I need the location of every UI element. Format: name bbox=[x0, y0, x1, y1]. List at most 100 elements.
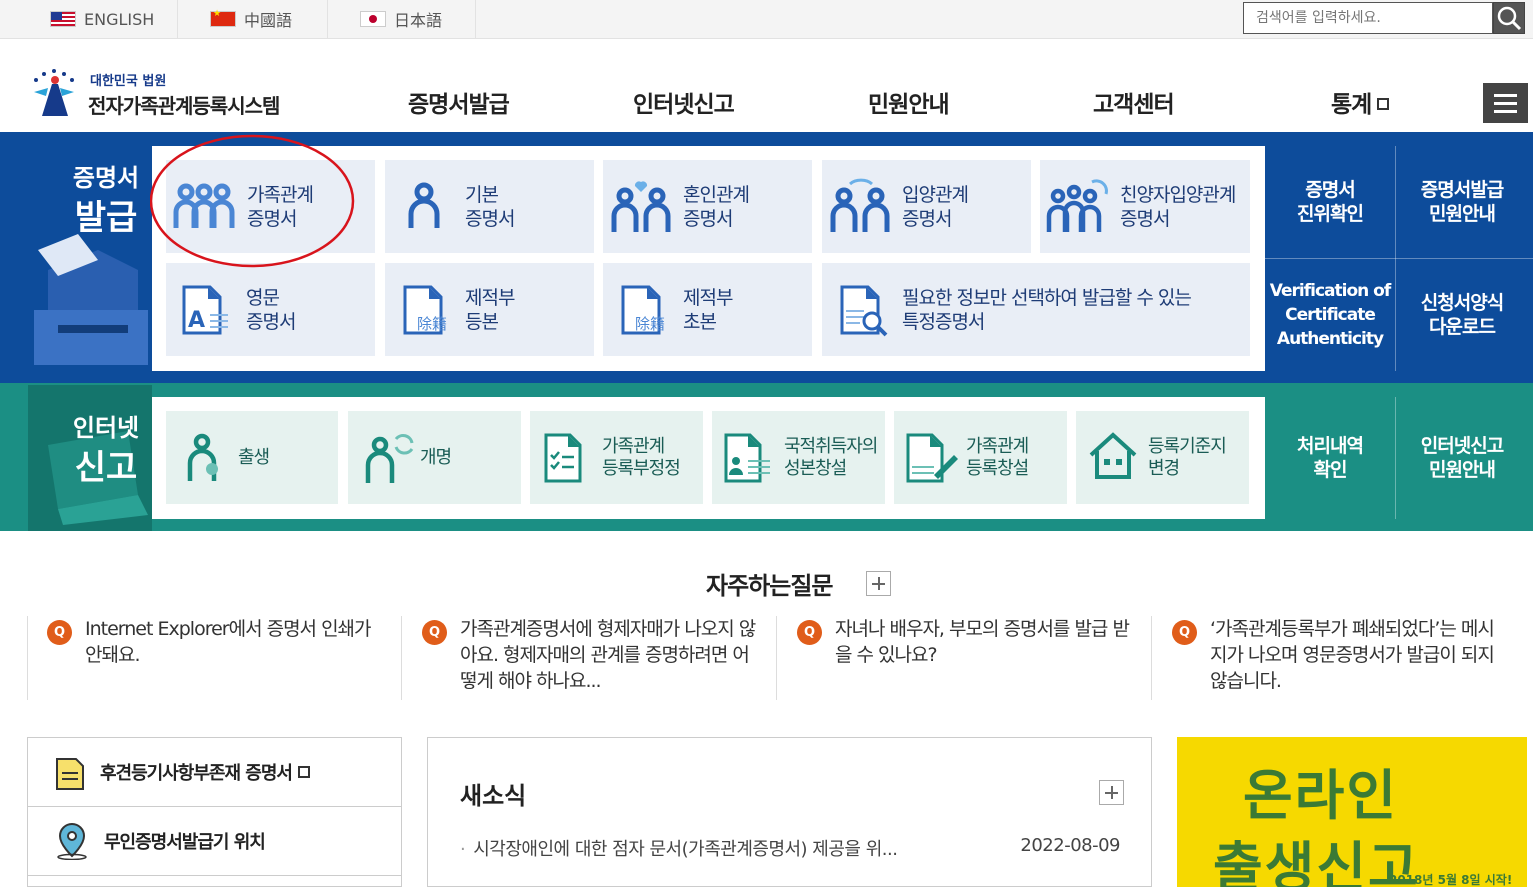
news-more-button[interactable] bbox=[1099, 780, 1124, 805]
lang-chinese-link[interactable]: 中國語 bbox=[178, 0, 328, 38]
tile-register-creation[interactable]: 가족관계 등록창설 bbox=[894, 411, 1067, 504]
kiosk-location-link[interactable]: 무인증명서발급기 위치 bbox=[28, 807, 401, 876]
hamburger-line bbox=[1494, 102, 1517, 105]
question-icon: Q bbox=[422, 620, 447, 645]
tile-label: 개명 bbox=[420, 446, 452, 468]
faq-text: 자녀나 배우자, 부모의 증명서를 발급 받을 수 있나요? bbox=[835, 618, 1130, 666]
birth-icon bbox=[187, 433, 218, 481]
lang-english-link[interactable]: ENGLISH bbox=[26, 0, 178, 38]
logo-subtitle: 대한민국 법원 bbox=[90, 74, 167, 89]
all-menu-button[interactable] bbox=[1483, 83, 1528, 123]
tile-removed-register-copy[interactable]: 除籍 제적부 등본 bbox=[385, 263, 594, 356]
question-icon: Q bbox=[1172, 620, 1197, 645]
news-title: 새소식 bbox=[460, 782, 527, 810]
tile-label: 가족관계 등록창설 bbox=[966, 435, 1029, 479]
person-icon bbox=[408, 182, 440, 228]
nationality-icon bbox=[724, 433, 770, 483]
faq-more-button[interactable] bbox=[866, 571, 891, 596]
report-guide-link[interactable]: 인터넷신고 민원안내 bbox=[1396, 397, 1528, 519]
tile-label: 혼인관계 증명서 bbox=[683, 183, 750, 230]
tile-specific-cert[interactable]: 필요한 정보만 선택하여 발급할 수 있는 특정증명서 bbox=[822, 263, 1250, 356]
tile-label: 친양자입양관계 증명서 bbox=[1120, 183, 1236, 230]
court-emblem-icon bbox=[34, 69, 74, 116]
top-bar: ENGLISH 中國語 日本語 bbox=[0, 0, 1533, 39]
tile-rename-report[interactable]: 개명 bbox=[348, 411, 521, 504]
search-input[interactable] bbox=[1243, 2, 1493, 34]
correction-icon bbox=[544, 433, 582, 483]
tile-label: 출생 bbox=[238, 446, 270, 468]
cert-issue-guide-link[interactable]: 증명서발급 민원안내 bbox=[1396, 146, 1528, 258]
faq-divider bbox=[27, 616, 28, 700]
nav-statistics-label: 통계 bbox=[1331, 92, 1372, 118]
faq-title: 자주하는질문 bbox=[706, 572, 833, 600]
external-link-icon bbox=[1377, 98, 1390, 110]
tile-full-adoption-cert[interactable]: 친양자입양관계 증명서 bbox=[1040, 160, 1250, 253]
printer-icon bbox=[34, 234, 148, 365]
jp-flag-icon bbox=[360, 11, 386, 27]
tile-nationality-surname[interactable]: 국적취득자의 성본창설 bbox=[712, 411, 885, 504]
news-item[interactable]: · 시각장애인에 대한 점자 문서(가족관계증명서) 제공을 위... 2022-… bbox=[460, 835, 1120, 861]
online-birth-report-banner[interactable]: 온라인 출생신고 2018년 5월 8일 시작! bbox=[1177, 737, 1527, 887]
tile-english-cert[interactable]: A 영문 증명서 bbox=[166, 263, 375, 356]
tile-registration-base-change[interactable]: 등록기준지 변경 bbox=[1076, 411, 1249, 504]
tile-removed-register-abstract[interactable]: 除籍 제적부 초본 bbox=[603, 263, 812, 356]
doc-search-icon bbox=[840, 285, 888, 337]
tile-label: 입양관계 증명서 bbox=[902, 183, 969, 230]
faq-item[interactable]: Q 가족관계증명서에 형제자매가 나오지 않아요. 형제자매의 관계를 증명하려… bbox=[402, 616, 777, 700]
tile-label: 영문 증명서 bbox=[246, 286, 296, 333]
nav-internet-report[interactable]: 인터넷신고 bbox=[633, 85, 735, 119]
svg-text:A: A bbox=[188, 308, 205, 333]
tile-label: 제적부 초본 bbox=[683, 286, 733, 333]
news-box: 새소식 · 시각장애인에 대한 점자 문서(가족관계증명서) 제공을 위... 2… bbox=[427, 737, 1152, 887]
faq-item[interactable]: Q 자녀나 배우자, 부모의 증명서를 발급 받을 수 있나요? bbox=[777, 616, 1152, 700]
house-icon bbox=[1089, 432, 1137, 479]
nav-customer-center[interactable]: 고객센터 bbox=[1093, 85, 1175, 119]
rename-icon bbox=[365, 434, 414, 483]
form-download-link[interactable]: 신청서양식 다운로드 bbox=[1396, 259, 1528, 371]
search-button[interactable] bbox=[1493, 2, 1525, 34]
nav-civil-guide[interactable]: 민원안내 bbox=[868, 85, 950, 119]
tile-adoption-cert[interactable]: 입양관계 증명서 bbox=[822, 160, 1031, 253]
search-icon bbox=[1497, 6, 1522, 31]
nav-statistics[interactable]: 통계 bbox=[1331, 85, 1390, 119]
question-icon: Q bbox=[47, 620, 72, 645]
quick-link-label: 후견등기사항부존재 증명서 bbox=[100, 763, 293, 784]
tile-label: 기본 증명서 bbox=[465, 183, 515, 230]
external-link-icon bbox=[298, 766, 310, 778]
creation-icon bbox=[906, 433, 958, 483]
process-history-link[interactable]: 처리내역 확인 bbox=[1265, 397, 1395, 519]
nav-certificate-issue[interactable]: 증명서발급 bbox=[408, 85, 510, 119]
lang-label: ENGLISH bbox=[84, 9, 155, 29]
register-copy-icon: 除籍 bbox=[403, 285, 447, 335]
hamburger-line bbox=[1494, 110, 1517, 113]
faq-item[interactable]: Q ‘가족관계등록부가 폐쇄되었다’는 메시지가 나오며 영문증명서가 발급이 … bbox=[1152, 616, 1527, 700]
tile-label: 가족관계 등록부정정 bbox=[602, 435, 681, 479]
svg-text:除籍: 除籍 bbox=[635, 315, 665, 333]
us-flag-icon bbox=[50, 11, 76, 27]
news-item-date: 2022-08-09 bbox=[1020, 835, 1120, 856]
lang-japanese-link[interactable]: 日本語 bbox=[328, 0, 476, 38]
lang-label: 日本語 bbox=[394, 11, 443, 30]
tile-register-correction[interactable]: 가족관계 등록부정정 bbox=[530, 411, 703, 504]
hamburger-line bbox=[1494, 94, 1517, 97]
question-icon: Q bbox=[797, 620, 822, 645]
tile-label: 등록기준지 변경 bbox=[1148, 435, 1227, 479]
faq-item[interactable]: Q Internet Explorer에서 증명서 인쇄가 안돼요. bbox=[27, 616, 402, 700]
guardianship-cert-link[interactable]: 후견등기사항부존재 증명서 bbox=[28, 738, 401, 807]
logo-title: 전자가족관계등록시스템 bbox=[88, 94, 280, 118]
faq-text: 가족관계증명서에 형제자매가 나오지 않아요. 형제자매의 관계를 증명하려면 … bbox=[460, 618, 756, 692]
tile-basic-cert[interactable]: 기본 증명서 bbox=[385, 160, 594, 253]
news-item-text: 시각장애인에 대한 점자 문서(가족관계증명서) 제공을 위... bbox=[473, 839, 898, 860]
cert-verify-link[interactable]: 증명서 진위확인 bbox=[1265, 146, 1395, 258]
tile-label: 제적부 등본 bbox=[465, 286, 515, 333]
cert-verification-english-link[interactable]: Verification of Certificate Authenticity bbox=[1265, 259, 1395, 371]
adoption-icon bbox=[830, 178, 890, 232]
register-abstract-icon: 除籍 bbox=[621, 285, 665, 335]
site-logo[interactable]: 대한민국 법원 전자가족관계등록시스템 bbox=[28, 66, 298, 120]
tile-marriage-cert[interactable]: 혼인관계 증명서 bbox=[603, 160, 812, 253]
banner-note: 2018년 5월 8일 시작! bbox=[1389, 873, 1513, 887]
banner-line1: 온라인 bbox=[1243, 764, 1399, 827]
document-icon bbox=[56, 758, 84, 790]
tile-birth-report[interactable]: 출생 bbox=[166, 411, 338, 504]
tile-label: 국적취득자의 성본창설 bbox=[784, 435, 878, 479]
